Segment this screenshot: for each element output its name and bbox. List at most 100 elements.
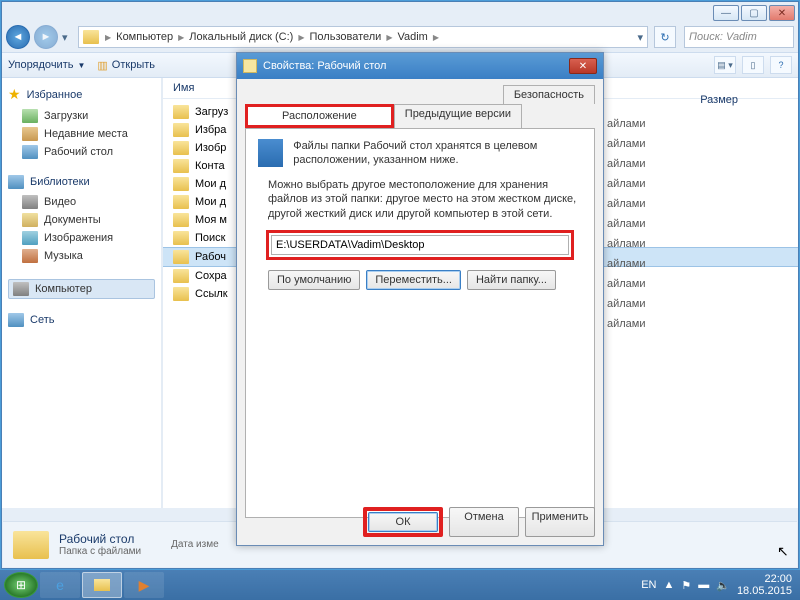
column-name[interactable]: Имя bbox=[173, 82, 194, 94]
nav-history-dropdown[interactable]: ▾ bbox=[62, 31, 74, 44]
tray-flag-icon[interactable]: ▲ bbox=[663, 579, 674, 591]
taskbar: ⊞ e ▶ EN ▲ ⚑ ▬ 🔈 22:00 18.05.2015 bbox=[0, 570, 800, 600]
sidebar-item-network[interactable]: Сеть bbox=[8, 313, 155, 327]
navigation-pane: ★Избранное Загрузки Недавние места Рабоч… bbox=[2, 78, 162, 508]
breadcrumb-item[interactable]: Локальный диск (C:) bbox=[186, 31, 296, 43]
sidebar-item-downloads[interactable]: Загрузки bbox=[8, 107, 155, 125]
file-type-text: айлами bbox=[607, 158, 646, 170]
breadcrumb-item[interactable]: Vadim bbox=[394, 31, 430, 43]
sidebar-item-music[interactable]: Музыка bbox=[8, 247, 155, 265]
sidebar-computer-group: Компьютер bbox=[8, 279, 155, 299]
taskbar-ie[interactable]: e bbox=[40, 572, 80, 598]
address-bar[interactable]: ▶ Компьютер ▶ Локальный диск (C:) ▶ Поль… bbox=[78, 26, 648, 48]
dialog-action-buttons: По умолчанию Переместить... Найти папку.… bbox=[258, 270, 582, 290]
documents-icon bbox=[22, 213, 38, 227]
file-type-text: айлами bbox=[607, 298, 646, 310]
file-type-text: айлами bbox=[607, 278, 646, 290]
dialog-close-button[interactable]: ✕ bbox=[569, 58, 597, 74]
start-button[interactable]: ⊞ bbox=[4, 572, 38, 598]
chevron-right-icon: ▶ bbox=[296, 33, 306, 42]
dialog-title-text: Свойства: Рабочий стол bbox=[263, 60, 386, 72]
ok-button[interactable]: ОК bbox=[368, 512, 438, 532]
find-target-button[interactable]: Найти папку... bbox=[467, 270, 556, 290]
tab-previous-versions[interactable]: Предыдущие версии bbox=[394, 104, 522, 128]
sidebar-item-video[interactable]: Видео bbox=[8, 193, 155, 211]
preview-pane-button[interactable]: ▯ bbox=[742, 56, 764, 74]
move-button[interactable]: Переместить... bbox=[366, 270, 461, 290]
sidebar-network-group: Сеть bbox=[8, 313, 155, 327]
clock[interactable]: 22:00 18.05.2015 bbox=[737, 573, 792, 597]
file-type-text: айлами bbox=[607, 318, 646, 330]
sidebar-item-pictures[interactable]: Изображения bbox=[8, 229, 155, 247]
folder-icon bbox=[173, 231, 189, 245]
sidebar-item-recent[interactable]: Недавние места bbox=[8, 125, 155, 143]
maximize-button[interactable]: ▢ bbox=[741, 5, 767, 21]
details-date-label: Дата изме bbox=[171, 539, 219, 550]
dialog-titlebar[interactable]: Свойства: Рабочий стол ✕ bbox=[237, 53, 603, 79]
dropdown-icon[interactable]: ▾ bbox=[637, 31, 643, 44]
folder-icon bbox=[173, 177, 189, 191]
window-controls: — ▢ ✕ bbox=[713, 5, 795, 21]
folder-icon bbox=[173, 287, 189, 301]
close-button[interactable]: ✕ bbox=[769, 5, 795, 21]
help-button[interactable]: ? bbox=[770, 56, 792, 74]
ie-icon: e bbox=[56, 577, 64, 593]
language-indicator[interactable]: EN bbox=[641, 579, 656, 591]
nav-forward-button[interactable]: ► bbox=[34, 25, 58, 49]
sidebar-item-computer[interactable]: Компьютер bbox=[8, 279, 155, 299]
sidebar-libraries-header[interactable]: Библиотеки bbox=[8, 175, 155, 189]
tab-location[interactable]: Расположение bbox=[245, 104, 394, 128]
view-button[interactable]: ▤ ▾ bbox=[714, 56, 736, 74]
dialog-footer: ОК Отмена Применить bbox=[245, 507, 595, 537]
chevron-right-icon: ▶ bbox=[176, 33, 186, 42]
tray-action-center-icon[interactable]: ⚑ bbox=[681, 579, 691, 592]
breadcrumb-item[interactable]: Компьютер bbox=[113, 31, 176, 43]
cancel-button[interactable]: Отмена bbox=[449, 507, 519, 537]
ok-highlight: ОК bbox=[363, 507, 443, 537]
sidebar-favorites-header[interactable]: ★Избранное bbox=[8, 86, 155, 103]
column-size[interactable]: Размер bbox=[700, 94, 738, 106]
folder-icon bbox=[173, 123, 189, 137]
apply-button[interactable]: Применить bbox=[525, 507, 595, 537]
details-title: Рабочий стол bbox=[59, 532, 141, 546]
file-type-text: айлами bbox=[607, 118, 646, 130]
open-button[interactable]: ▥ Открыть bbox=[97, 59, 155, 72]
minimize-button[interactable]: — bbox=[713, 5, 739, 21]
chevron-right-icon: ▶ bbox=[103, 33, 113, 42]
sidebar-favorites-group: ★Избранное Загрузки Недавние места Рабоч… bbox=[8, 86, 155, 161]
computer-icon bbox=[13, 282, 29, 296]
file-type-text: айлами bbox=[607, 218, 646, 230]
windows-logo-icon: ⊞ bbox=[16, 578, 26, 592]
sidebar-item-documents[interactable]: Документы bbox=[8, 211, 155, 229]
toolbar-right: ▤ ▾ ▯ ? bbox=[714, 56, 792, 74]
target-path-input[interactable] bbox=[271, 235, 569, 255]
file-type-text: айлами bbox=[607, 198, 646, 210]
tray-volume-icon[interactable]: 🔈 bbox=[716, 579, 730, 592]
folder-icon bbox=[83, 30, 99, 44]
tab-security[interactable]: Безопасность bbox=[503, 85, 595, 104]
breadcrumb-item[interactable]: Пользователи bbox=[307, 31, 385, 43]
pictures-icon bbox=[22, 231, 38, 245]
nav-back-button[interactable]: ◄ bbox=[6, 25, 30, 49]
dialog-info-text-2: Можно выбрать другое местоположение для … bbox=[258, 178, 582, 223]
folder-icon bbox=[173, 105, 189, 119]
taskbar-media-player[interactable]: ▶ bbox=[124, 572, 164, 598]
folder-icon bbox=[243, 59, 257, 73]
desktop-icon bbox=[22, 145, 38, 159]
nav-row: ◄ ► ▾ ▶ Компьютер ▶ Локальный диск (C:) … bbox=[2, 22, 798, 52]
sidebar-item-desktop[interactable]: Рабочий стол bbox=[8, 143, 155, 161]
tray-network-icon[interactable]: ▬ bbox=[698, 579, 709, 591]
taskbar-explorer[interactable] bbox=[82, 572, 122, 598]
file-type-text: айлами bbox=[607, 238, 646, 250]
recent-icon bbox=[22, 127, 38, 141]
chevron-right-icon: ▶ bbox=[431, 33, 441, 42]
system-tray: EN ▲ ⚑ ▬ 🔈 22:00 18.05.2015 bbox=[641, 573, 796, 597]
restore-default-button[interactable]: По умолчанию bbox=[268, 270, 360, 290]
refresh-button[interactable]: ↻ bbox=[654, 26, 676, 48]
tab-content: Файлы папки Рабочий стол хранятся в целе… bbox=[245, 128, 595, 518]
sidebar-libraries-group: Библиотеки Видео Документы Изображения М… bbox=[8, 175, 155, 265]
clock-date: 18.05.2015 bbox=[737, 585, 792, 597]
chevron-right-icon: ▶ bbox=[384, 33, 394, 42]
organize-menu[interactable]: Упорядочить ▼ bbox=[8, 59, 85, 71]
search-input[interactable]: Поиск: Vadim bbox=[684, 26, 794, 48]
